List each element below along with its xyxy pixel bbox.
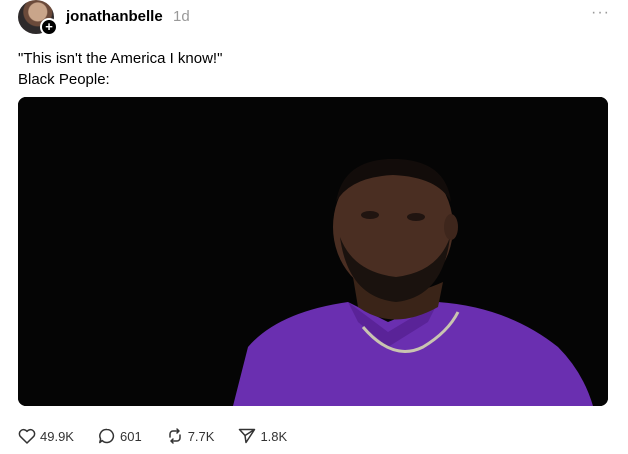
timestamp: 1d <box>173 8 190 25</box>
like-button[interactable]: 49.9K <box>18 428 74 444</box>
avatar[interactable]: + <box>18 0 58 36</box>
post-header: + jonathanbelle 1d ··· <box>18 0 610 36</box>
username[interactable]: jonathanbelle <box>66 8 163 25</box>
repost-arrows-icon <box>168 428 181 444</box>
post-text: "This isn't the America I know!" Black P… <box>18 48 222 90</box>
meme-photo <box>18 97 608 406</box>
like-count: 49.9K <box>40 428 74 444</box>
follow-plus-icon[interactable]: + <box>40 18 58 36</box>
send-icon <box>239 428 256 444</box>
post-text-line-1: "This isn't the America I know!" <box>18 50 223 67</box>
reply-count: 601 <box>119 428 142 444</box>
post-actions: 49.9K 601 7.7K 1.8K <box>18 426 311 446</box>
more-options-icon[interactable]: ··· <box>591 4 610 22</box>
repost-count: 7.7K <box>187 428 215 444</box>
speech-bubble-icon <box>99 428 115 444</box>
repost-button[interactable]: 7.7K <box>166 428 215 444</box>
post-image[interactable] <box>18 97 608 406</box>
post-text-line-2: Black People: <box>18 71 110 88</box>
share-count: 1.8K <box>260 428 288 444</box>
heart-icon <box>18 428 36 444</box>
share-button[interactable]: 1.8K <box>238 428 287 444</box>
reply-button[interactable]: 601 <box>98 428 142 444</box>
